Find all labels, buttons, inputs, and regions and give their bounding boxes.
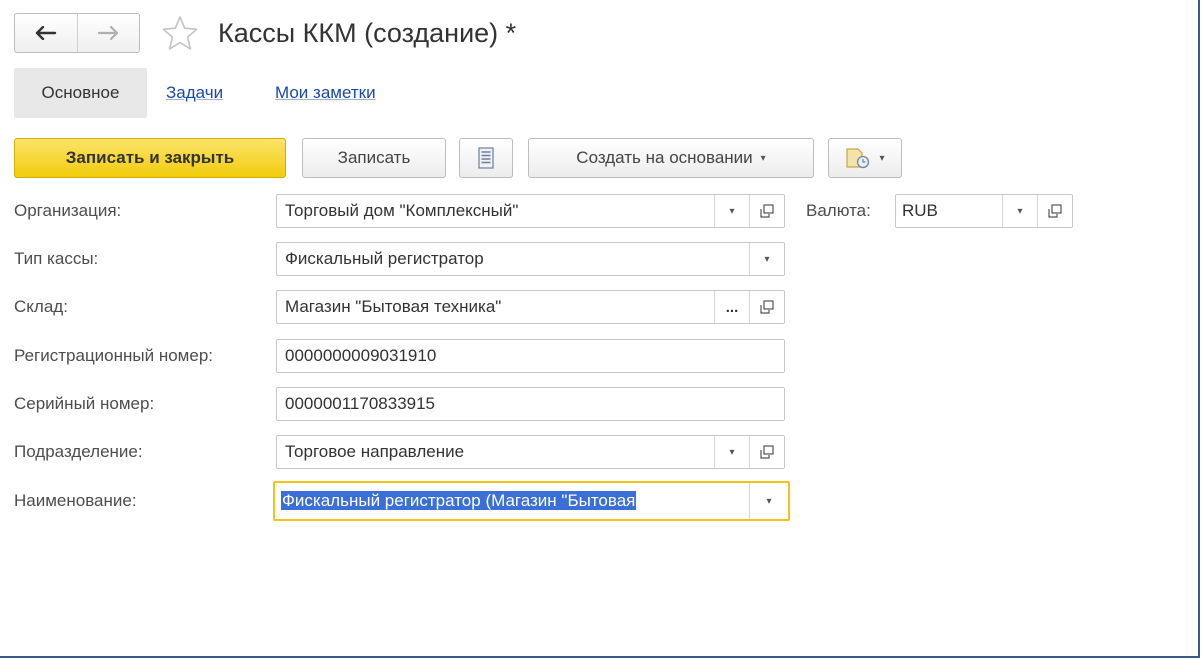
warehouse-value[interactable]: Магазин "Бытовая техника" [277,291,714,323]
organization-label: Организация: [14,201,122,220]
name-field[interactable]: Фискальный регистратор (Магазин "Бытовая… [273,481,790,521]
nav-buttons [14,13,140,53]
currency-label: Валюта: [806,201,871,220]
serial-number-label: Серийный номер: [14,394,155,413]
department-label: Подразделение: [14,442,143,461]
arrow-right-icon [98,26,119,40]
back-button[interactable] [15,14,77,52]
chevron-down-icon: ▾ [760,152,766,164]
attach-files-icon [846,148,870,169]
name-value: Фискальный регистратор (Магазин "Бытовая [281,491,637,510]
chevron-down-icon: ▾ [879,152,885,164]
name-value-container[interactable]: Фискальный регистратор (Магазин "Бытовая [275,483,749,519]
department-dropdown-button[interactable]: ▾ [714,436,749,468]
currency-field[interactable]: RUB ▾ [895,194,1073,228]
chevron-down-icon: ▾ [1017,205,1023,217]
open-window-icon [1048,204,1062,218]
department-field[interactable]: Торговое направление ▾ [276,435,785,469]
star-icon [162,16,198,50]
forward-button[interactable] [76,14,140,52]
organization-dropdown-button[interactable]: ▾ [714,195,749,227]
cash-type-value[interactable]: Фискальный регистратор [277,243,749,275]
create-based-on-label: Создать на основании [576,148,753,167]
name-dropdown-button[interactable]: ▾ [749,483,788,519]
warehouse-field[interactable]: Магазин "Бытовая техника" ... [276,290,785,324]
save-and-close-button[interactable]: Записать и закрыть [14,138,286,178]
currency-value[interactable]: RUB [896,195,1002,227]
arrow-left-icon [35,26,56,40]
save-button[interactable]: Записать [302,138,446,178]
department-open-button[interactable] [749,436,784,468]
open-window-icon [760,445,774,459]
warehouse-choose-button[interactable]: ... [714,291,749,323]
favorite-button[interactable] [160,14,200,52]
chevron-down-icon: ▾ [766,495,772,507]
warehouse-label: Склад: [14,297,68,316]
attach-files-button[interactable]: ▾ [828,138,902,178]
cash-type-label: Тип кассы: [14,249,99,268]
department-value[interactable]: Торговое направление [277,436,714,468]
reg-number-field[interactable]: 0000000009031910 [276,339,785,373]
chevron-down-icon: ▾ [764,253,770,265]
create-based-on-button[interactable]: Создать на основании ▾ [528,138,814,178]
serial-number-value[interactable]: 0000001170833915 [277,388,784,420]
cash-type-field[interactable]: Фискальный регистратор ▾ [276,242,785,276]
save-and-close-label: Записать и закрыть [65,148,235,167]
tab-tasks[interactable]: Задачи [166,68,223,118]
reg-number-label: Регистрационный номер: [14,346,214,365]
currency-open-button[interactable] [1037,195,1072,227]
tab-my-notes[interactable]: Мои заметки [275,68,376,118]
organization-value[interactable]: Торговый дом "Комплексный" [277,195,714,227]
warehouse-open-button[interactable] [749,291,784,323]
page-title: Кассы ККМ (создание) * [218,18,517,48]
report-button[interactable] [459,138,513,178]
name-label: Наименование: [14,491,137,510]
tab-main[interactable]: Основное [14,68,147,118]
chevron-down-icon: ▾ [729,446,735,458]
open-window-icon [760,300,774,314]
chevron-down-icon: ▾ [729,205,735,217]
currency-dropdown-button[interactable]: ▾ [1002,195,1037,227]
document-list-icon [478,147,494,169]
reg-number-value[interactable]: 0000000009031910 [277,340,784,372]
serial-number-field[interactable]: 0000001170833915 [276,387,785,421]
organization-open-button[interactable] [749,195,784,227]
cash-type-dropdown-button[interactable]: ▾ [749,243,784,275]
open-window-icon [760,204,774,218]
save-label: Записать [337,148,411,167]
organization-field[interactable]: Торговый дом "Комплексный" ▾ [276,194,785,228]
